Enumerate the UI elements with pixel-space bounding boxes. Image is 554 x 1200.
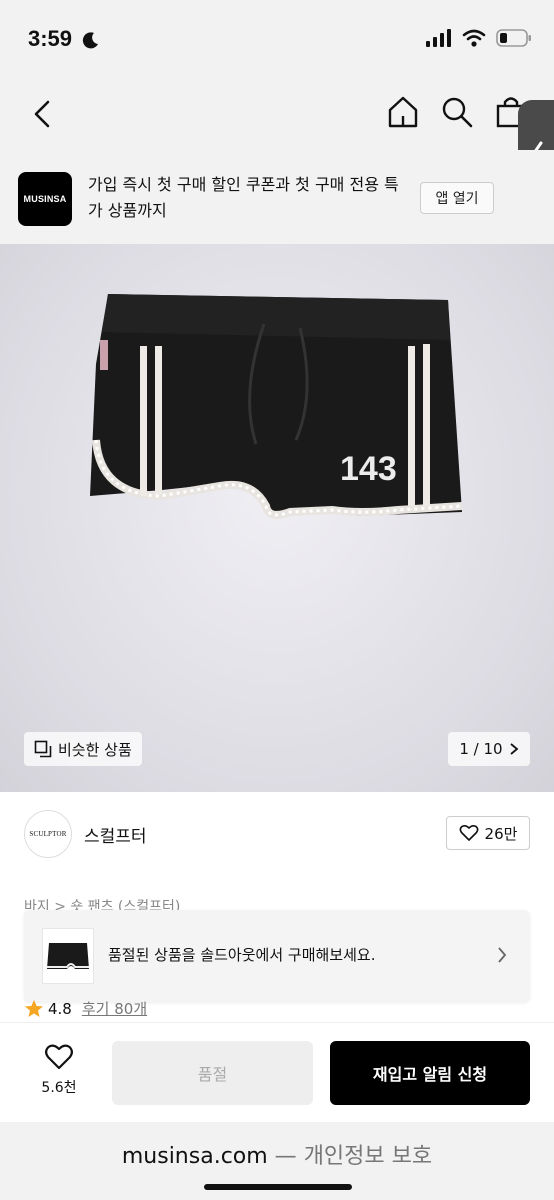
- restock-notify-button[interactable]: 재입고 알림 신청: [330, 1041, 530, 1105]
- shorts-number-print: 143: [340, 450, 397, 488]
- search-icon[interactable]: [440, 94, 474, 130]
- url-text: musinsa.com — 개인정보 보호: [0, 1138, 554, 1170]
- signal-icon: [426, 29, 451, 47]
- brand-like-button[interactable]: 26만: [446, 816, 530, 850]
- status-icons: [426, 28, 532, 48]
- banner-message: 가입 즉시 첫 구매 할인 쿠폰과 첫 구매 전용 특가 상품까지: [88, 175, 399, 220]
- url-privacy-label: 개인정보 보호: [303, 1144, 433, 1169]
- copy-icon: [34, 740, 52, 758]
- url-domain: musinsa.com: [121, 1144, 268, 1169]
- status-bar: 3:59: [0, 0, 554, 80]
- similar-products-button[interactable]: 비슷한 상품: [24, 732, 142, 766]
- nav-bar: [0, 80, 554, 150]
- star-icon: [25, 999, 43, 1017]
- home-icon[interactable]: [386, 94, 420, 130]
- product-photo: 143: [90, 294, 463, 519]
- soldout-thumbnail: [42, 928, 94, 984]
- rating-row: 4.8 후기 80개: [24, 998, 147, 1019]
- heart-icon: [459, 824, 478, 841]
- review-count-link[interactable]: 후기 80개: [82, 998, 147, 1019]
- logo-text: MUSINSA: [23, 194, 67, 204]
- app-install-banner: MUSINSA 가입 즉시 첫 구매 할인 쿠폰과 첫 구매 전용 특가 상품까…: [0, 150, 554, 244]
- moon-icon: [82, 32, 98, 49]
- status-time: 3:59: [28, 26, 73, 51]
- product-image-carousel[interactable]: 143 비슷한 상품 1 / 10: [0, 244, 554, 792]
- similar-products-label: 비슷한 상품: [58, 740, 132, 759]
- image-pager[interactable]: 1 / 10: [448, 732, 530, 766]
- brand-name[interactable]: 스컬프터: [84, 822, 147, 847]
- chevron-left-icon[interactable]: [28, 96, 58, 132]
- chevron-right-icon: [510, 743, 519, 755]
- home-indicator[interactable]: [204, 1184, 352, 1190]
- soldout-button: 품절: [112, 1041, 313, 1105]
- musinsa-logo: MUSINSA: [18, 172, 72, 226]
- rating-score: 4.8: [48, 999, 72, 1018]
- chevron-right-icon: [498, 947, 507, 963]
- brand-logo[interactable]: SCULPTOR: [24, 810, 72, 858]
- product-like-button[interactable]: 5.6천: [24, 1043, 94, 1105]
- brand-logo-text: SCULPTOR: [29, 830, 67, 838]
- shorts-thumbnail-image: [47, 943, 89, 969]
- wifi-icon: [462, 29, 486, 47]
- open-app-button[interactable]: 앱 열기: [420, 182, 494, 214]
- pager-text: 1 / 10: [459, 740, 503, 758]
- heart-icon: [45, 1044, 73, 1070]
- battery-icon: [496, 29, 531, 47]
- bottom-action-bar: 5.6천 품절 재입고 알림 신청: [0, 1022, 554, 1122]
- soldout-promo-card[interactable]: 품절된 상품을 솔드아웃에서 구매해보세요.: [24, 910, 530, 1002]
- url-separator: —: [267, 1144, 304, 1169]
- browser-url-bar[interactable]: musinsa.com — 개인정보 보호: [0, 1122, 554, 1200]
- product-like-count: 5.6천: [41, 1080, 77, 1096]
- soldout-message: 품절된 상품을 솔드아웃에서 구매해보세요.: [108, 946, 376, 964]
- brand-row: SCULPTOR 스컬프터 26만: [0, 792, 554, 882]
- brand-like-count: 26만: [484, 824, 518, 843]
